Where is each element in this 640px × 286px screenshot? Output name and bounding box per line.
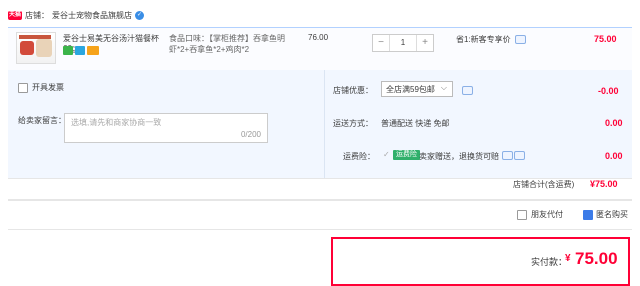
item-subtotal: 75.00 (594, 34, 617, 44)
unit-price: 76.00 (308, 33, 329, 42)
shop-discount-tip-icon[interactable] (462, 86, 473, 95)
note-label: 给卖家留言： (18, 116, 66, 125)
shop-header: 天猫 店铺： 爱谷士宠物食品旗舰店 ✓ (8, 8, 144, 22)
quantity-stepper: − 1 + (372, 34, 434, 52)
pay-currency: ¥ (565, 253, 571, 264)
invoice-option[interactable]: 开具发票 (18, 82, 64, 93)
seller-note-textarea[interactable]: 选填,请先和商家协商一致 0/200 (64, 113, 268, 143)
friend-pay-label: 朋友代付 (531, 210, 563, 219)
qty-minus-button[interactable]: − (373, 35, 389, 51)
shop-discount-select[interactable]: 全店满59包邮 ⌵ (381, 81, 453, 97)
chevron-down-icon: ⌵ (440, 83, 447, 92)
payment-summary-box: 实付款： ¥ 75.00 (331, 237, 630, 286)
service-tag-icon (63, 46, 73, 55)
pay-amount: 75.00 (575, 249, 618, 268)
spec-line: 虾*2+吞拿鱼*2+鸡肉*2 (169, 45, 250, 54)
friend-pay-option[interactable]: 朋友代付 (517, 209, 563, 220)
shipping-label: 运送方式： (333, 119, 373, 128)
panel-divider (324, 70, 325, 178)
service-tags (63, 46, 99, 55)
insurance-badge: 运费险 (393, 150, 420, 160)
shop-name-link[interactable]: 爱谷士宠物食品旗舰店 (52, 10, 132, 21)
wangwang-contact-icon[interactable]: ✓ (135, 10, 144, 20)
qty-input[interactable]: 1 (389, 35, 417, 51)
insurance-check-icon: ✓ (383, 150, 390, 159)
product-spec: 食品口味：【掌柜推荐】吞拿鱼明 虾*2+吞拿鱼*2+鸡肉*2 (169, 33, 294, 55)
service-tag-icon (75, 46, 85, 55)
friend-pay-checkbox[interactable] (517, 209, 527, 220)
insurance-label: 运费险： (343, 152, 375, 161)
divider (8, 229, 632, 230)
spec-line: 食品口味：【掌柜推荐】吞拿鱼明 (169, 34, 285, 43)
anonymous-buy-checkbox[interactable] (583, 209, 593, 220)
invoice-checkbox[interactable] (18, 82, 28, 93)
pay-label: 实付款： (531, 257, 568, 267)
anonymous-buy-label: 匿名购买 (596, 210, 628, 219)
qty-plus-button[interactable]: + (417, 35, 433, 51)
shop-total-value: ¥75.00 (590, 179, 618, 189)
discount-tip-icon[interactable] (514, 35, 526, 44)
order-item-row: 爱谷士易美无谷汤汁猫餐杯60g... 食品口味：【掌柜推荐】吞拿鱼明 虾*2+吞… (8, 27, 632, 71)
shipping-value: 普通配送 快递 免邮 (381, 119, 450, 128)
anonymous-buy-option[interactable]: 匿名购买 (583, 209, 628, 220)
note-placeholder: 选填,请先和商家协商一致 (71, 118, 162, 127)
shop-discount-label: 店铺优惠： (333, 86, 373, 95)
service-tag-icon (87, 46, 99, 55)
shipping-amount: 0.00 (605, 118, 623, 128)
shop-label: 店铺： (25, 10, 49, 20)
shop-total-label: 店铺合计(含运费) (513, 180, 575, 189)
divider (8, 199, 632, 200)
shop-discount-value: 全店满59包邮 (386, 85, 435, 94)
tmall-badge-icon: 天猫 (8, 10, 22, 20)
insurance-chat-icon[interactable] (514, 151, 525, 160)
insurance-amount: 0.00 (605, 151, 623, 161)
invoice-label: 开具发票 (32, 83, 64, 92)
discount-info: 省1:新客专享价 (456, 34, 526, 45)
shop-discount-amount: -0.00 (598, 86, 619, 96)
insurance-tip-icon[interactable] (502, 151, 513, 160)
product-thumbnail[interactable] (16, 32, 56, 64)
note-char-count: 0/200 (240, 130, 261, 139)
insurance-text: 卖家赠送，退换货可赔 (419, 152, 499, 161)
discount-text: 省1:新客专享价 (456, 35, 511, 44)
